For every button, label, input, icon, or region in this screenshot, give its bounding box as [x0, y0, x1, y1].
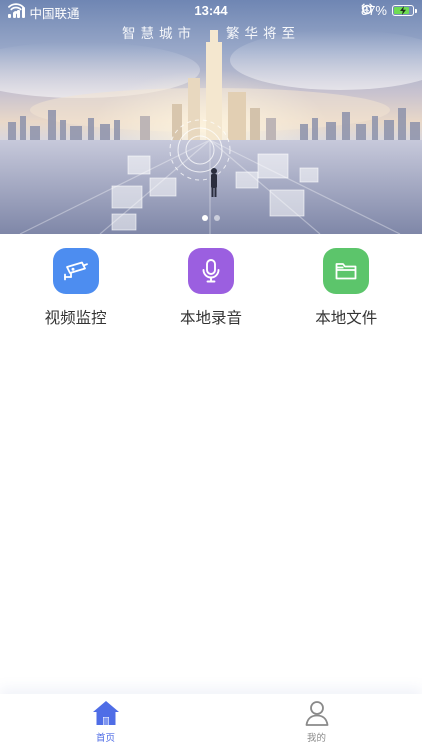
pager-dot[interactable] [202, 215, 208, 221]
status-right: 87% [361, 3, 417, 18]
battery-tip [415, 9, 417, 13]
feature-icon-tile [187, 248, 234, 294]
feature-icon-tile [52, 248, 99, 294]
cctv-camera-icon [63, 261, 88, 281]
charging-bolt-icon [400, 5, 406, 15]
slogan-left: 智慧城市 [122, 26, 196, 42]
banner-slogan: 智慧城市 繁华将至 [0, 22, 422, 42]
microphone-icon [202, 259, 220, 283]
app-screen: 中国联通 13:44 87% 智慧城市 繁华将至 视频监控 本地录音 本地文件 … [0, 0, 422, 750]
feature-video-surveillance[interactable]: 视频监控 [21, 248, 131, 328]
user-icon [305, 701, 328, 726]
banner-carousel[interactable]: 中国联通 13:44 87% 智慧城市 繁华将至 [0, 0, 422, 234]
carousel-pager[interactable] [0, 215, 422, 221]
tab-mine-label: 我的 [306, 733, 326, 744]
tab-home[interactable]: 首页 [0, 694, 211, 750]
status-time: 13:44 [194, 3, 228, 18]
pager-dot[interactable] [214, 215, 220, 221]
feature-grid: 视频监控 本地录音 本地文件 [0, 248, 422, 328]
feature-local-recording[interactable]: 本地录音 [156, 248, 266, 328]
tab-home-label: 首页 [95, 733, 115, 744]
alarm-icon [361, 3, 373, 15]
tab-mine[interactable]: 我的 [211, 694, 422, 750]
feature-label: 本地文件 [315, 309, 378, 327]
feature-icon-tile [323, 248, 370, 294]
feature-label: 本地录音 [179, 309, 242, 327]
slogan-right: 繁华将至 [226, 26, 300, 42]
bottom-tab-bar: 首页 我的 [0, 694, 422, 750]
feature-local-files[interactable]: 本地文件 [291, 248, 401, 328]
folder-icon [335, 263, 357, 280]
home-icon [92, 701, 119, 725]
status-bar: 中国联通 13:44 87% [0, 0, 422, 22]
battery-icon [392, 5, 417, 16]
feature-label: 视频监控 [44, 309, 107, 327]
